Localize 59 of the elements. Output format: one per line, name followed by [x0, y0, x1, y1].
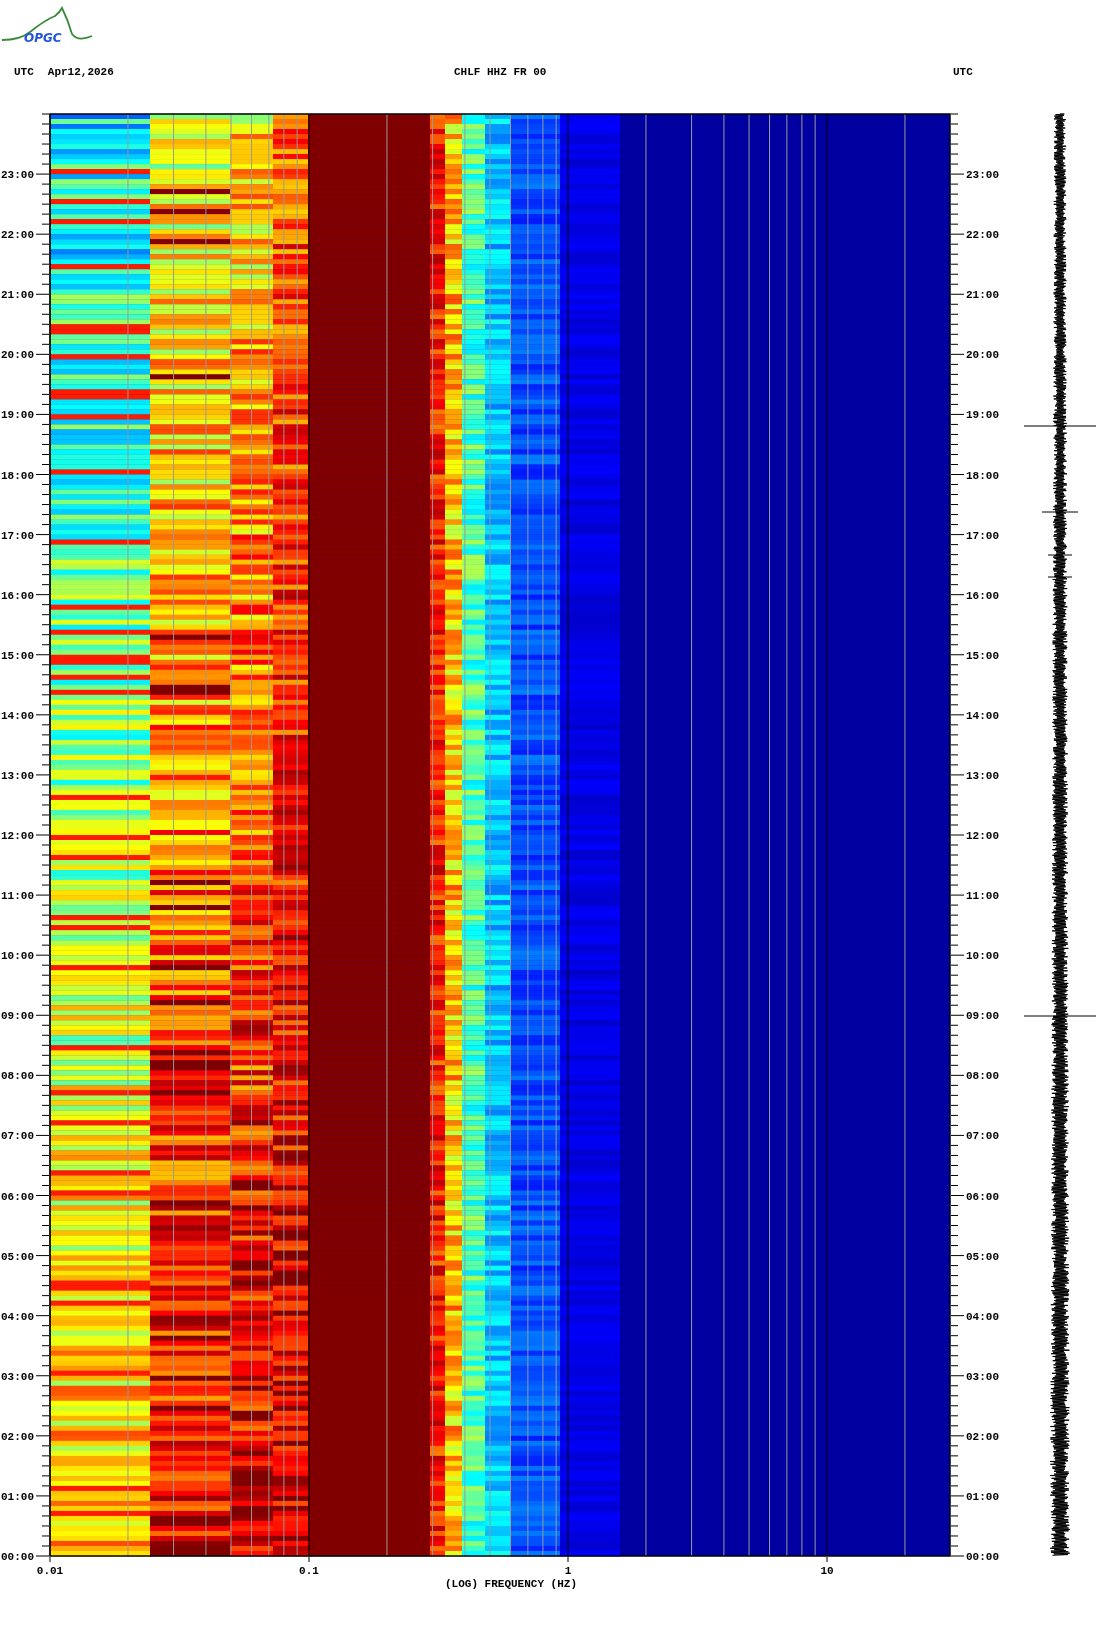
frequency-tick-label: 10	[820, 1565, 834, 1577]
time-tick-label: 17:00	[966, 529, 999, 542]
time-tick-label: 01:00	[1, 1490, 34, 1503]
time-tick-label: 19:00	[966, 409, 999, 422]
timezone-label: UTC	[953, 66, 973, 78]
time-tick-label: 22:00	[1, 229, 34, 242]
time-tick-label: 07:00	[966, 1130, 999, 1143]
frequency-tick-label: 0.01	[36, 1565, 64, 1577]
time-tick-label: 06:00	[966, 1190, 999, 1203]
time-tick-label: 10:00	[966, 950, 999, 963]
date-label: Apr12,2026	[47, 66, 114, 80]
time-tick-label: 18:00	[966, 469, 999, 482]
time-tick-label: 05:00	[966, 1250, 999, 1263]
time-tick-label: 11:00	[1, 890, 34, 903]
time-tick-label: 04:00	[966, 1310, 999, 1323]
time-tick-label: 14:00	[1, 709, 34, 722]
time-tick-label: 02:00	[1, 1430, 34, 1443]
time-tick-label: 20:00	[966, 349, 999, 362]
time-tick-label: 09:00	[966, 1010, 999, 1023]
frequency-tick-label: 0.1	[299, 1565, 319, 1577]
time-tick-label: 05:00	[1, 1250, 34, 1263]
time-tick-label: 15:00	[966, 649, 999, 662]
time-tick-label: 04:00	[1, 1310, 34, 1323]
time-tick-label: 12:00	[966, 830, 999, 842]
time-tick-label: 03:00	[1, 1370, 34, 1383]
time-tick-label: 00:00	[1, 1551, 34, 1563]
time-tick-label: 08:00	[1, 1070, 34, 1083]
time-tick-label: 20:00	[1, 349, 34, 362]
time-tick-label: 06:00	[1, 1190, 34, 1203]
time-tick-label: 16:00	[966, 589, 999, 602]
time-tick-label: 13:00	[1, 769, 34, 782]
time-tick-label: 23:00	[966, 169, 999, 182]
time-tick-label: 22:00	[966, 229, 999, 242]
time-tick-label: 23:00	[1, 169, 34, 182]
timezone-label: UTC	[14, 66, 34, 80]
time-tick-label: 10:00	[1, 950, 34, 963]
mountain-curve-icon	[1, 7, 93, 41]
frequency-tick-label: 1	[564, 1565, 572, 1577]
time-tick-label: 21:00	[1, 289, 34, 302]
time-tick-label: 14:00	[966, 709, 999, 722]
time-tick-label: 21:00	[966, 289, 999, 302]
time-tick-label: 03:00	[966, 1370, 999, 1383]
time-tick-label: 16:00	[1, 589, 34, 602]
time-tick-label: 08:00	[966, 1070, 999, 1083]
time-tick-label: 11:00	[966, 890, 999, 903]
time-tick-label: 07:00	[1, 1130, 34, 1143]
time-tick-label: 00:00	[966, 1551, 999, 1563]
station-label: CHLF HHZ FR 00	[454, 66, 547, 78]
time-tick-label: 18:00	[1, 469, 34, 482]
time-tick-label: 09:00	[1, 1010, 34, 1023]
time-tick-label: 17:00	[1, 529, 34, 542]
logo-text: OPGC	[24, 31, 62, 45]
time-tick-label: 01:00	[966, 1490, 999, 1503]
time-tick-label: 02:00	[966, 1430, 999, 1443]
time-tick-label: 12:00	[1, 830, 34, 842]
time-tick-label: 19:00	[1, 409, 34, 422]
axis-title: (LOG) FREQUENCY (HZ)	[445, 1578, 577, 1590]
time-tick-label: 13:00	[966, 769, 999, 782]
time-tick-label: 15:00	[1, 649, 34, 662]
